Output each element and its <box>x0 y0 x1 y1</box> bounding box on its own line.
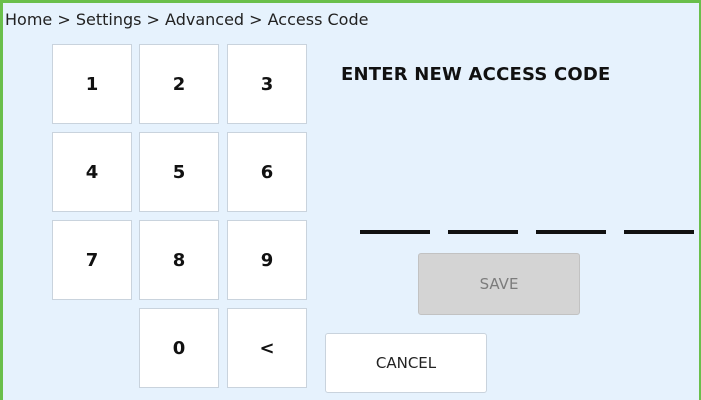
breadcrumb: Home > Settings > Advanced > Access Code <box>5 10 369 29</box>
key-0[interactable]: 0 <box>139 308 219 388</box>
key-3[interactable]: 3 <box>227 44 307 124</box>
code-slot-2 <box>448 230 518 234</box>
save-button[interactable]: SAVE <box>418 253 580 315</box>
backspace-key[interactable]: < <box>227 308 307 388</box>
page-title: ENTER NEW ACCESS CODE <box>341 64 611 85</box>
code-slot-1 <box>360 230 430 234</box>
code-slot-4 <box>624 230 694 234</box>
code-slot-3 <box>536 230 606 234</box>
key-2[interactable]: 2 <box>139 44 219 124</box>
key-4[interactable]: 4 <box>52 132 132 212</box>
key-9[interactable]: 9 <box>227 220 307 300</box>
key-6[interactable]: 6 <box>227 132 307 212</box>
key-7[interactable]: 7 <box>52 220 132 300</box>
key-5[interactable]: 5 <box>139 132 219 212</box>
key-1[interactable]: 1 <box>52 44 132 124</box>
key-8[interactable]: 8 <box>139 220 219 300</box>
cancel-button[interactable]: CANCEL <box>325 333 487 393</box>
access-code-screen: Home > Settings > Advanced > Access Code… <box>0 0 701 400</box>
